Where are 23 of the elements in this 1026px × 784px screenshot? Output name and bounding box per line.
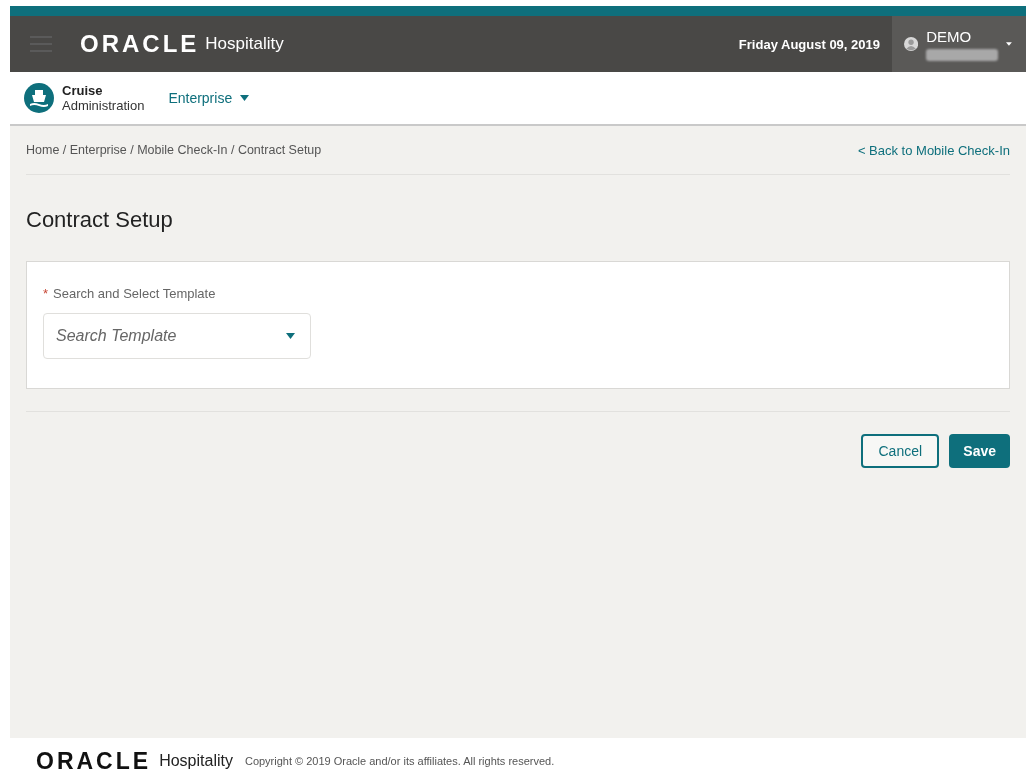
date-text: Friday August 09, 2019 bbox=[738, 36, 880, 52]
user-menu[interactable]: DEMO bbox=[892, 16, 1026, 72]
ship-icon bbox=[24, 83, 54, 113]
caret-icon bbox=[286, 333, 295, 339]
page-title: Contract Setup bbox=[26, 206, 174, 234]
user-name: DEMO bbox=[926, 27, 973, 45]
field-label: Search and Select Template bbox=[53, 286, 216, 301]
logo: ORACLE bbox=[80, 30, 200, 58]
app-title: Cruise bbox=[62, 83, 104, 98]
cancel-button[interactable]: Cancel bbox=[861, 434, 940, 468]
caret-icon bbox=[1006, 41, 1012, 47]
caret-icon bbox=[240, 95, 250, 101]
required-mark: * bbox=[43, 286, 49, 301]
copyright-text: Copyright © 2019 Oracle and/or its affiliates. All rights reserved. bbox=[244, 755, 555, 767]
save-button[interactable]: Save bbox=[949, 434, 1010, 468]
breadcrumb: Home / Enterprise / Mobile Check-In / Contract Setup bbox=[26, 143, 322, 157]
footer-logo: ORACLE bbox=[36, 747, 152, 775]
product-name: Hospitality bbox=[205, 34, 284, 54]
enterprise-menu[interactable]: Enterprise bbox=[168, 90, 250, 106]
template-dropdown[interactable]: Search Template bbox=[43, 313, 311, 359]
app-subtitle: Administration bbox=[62, 98, 145, 113]
back-link[interactable]: < Back to Mobile Check-In bbox=[857, 142, 1010, 158]
footer-product-name: Hospitality bbox=[159, 752, 233, 770]
